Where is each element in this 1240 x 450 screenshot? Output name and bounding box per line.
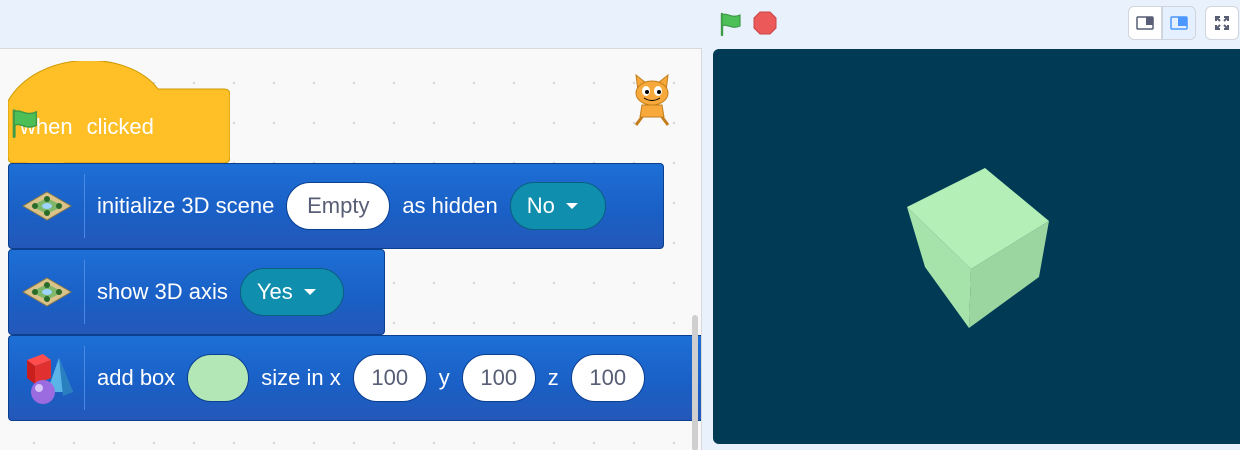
green-flag-icon[interactable] [717, 11, 743, 37]
size-x-label: size in x [261, 365, 341, 390]
show-3d-axis-block[interactable]: show 3D axis Yes [8, 249, 385, 335]
box-color-picker[interactable] [187, 354, 250, 402]
fullscreen-icon [1215, 16, 1229, 30]
initialize-3d-scene-block[interactable]: initialize 3D scene Empty as hidden No [8, 163, 664, 249]
size-y-label: y [438, 365, 450, 390]
toolbar [0, 0, 1240, 48]
stage-canvas[interactable] [713, 49, 1240, 444]
3d-scene-extension-icon [9, 174, 85, 238]
hidden-dropdown[interactable]: No [509, 182, 606, 230]
when-flag-clicked-block[interactable]: when clicked [8, 61, 230, 165]
size-y-input[interactable]: 100 [461, 354, 536, 402]
hidden-dropdown-value: No [526, 193, 555, 218]
large-stage-button[interactable] [1162, 6, 1196, 40]
clicked-label: clicked [86, 114, 154, 139]
small-stage-icon [1136, 16, 1154, 30]
code-workspace[interactable]: when clicked initialize 3D scene Empty a… [0, 48, 702, 450]
workspace-scrollbar[interactable] [692, 315, 698, 450]
init-scene-label: initialize 3D scene [97, 193, 275, 218]
green-flag-icon [12, 109, 38, 139]
caret-down-icon [303, 289, 316, 295]
3d-cube [907, 168, 1049, 328]
show-axis-label: show 3D axis [97, 279, 228, 304]
axis-dropdown-value: Yes [256, 279, 293, 304]
axis-dropdown[interactable]: Yes [239, 268, 344, 316]
add-box-block[interactable]: add box size in x 100 y 100 z 100 [8, 335, 701, 421]
small-stage-button[interactable] [1128, 6, 1162, 40]
size-z-label: z [547, 365, 559, 390]
sprite-cat-icon [634, 73, 670, 126]
size-x-input[interactable]: 100 [352, 354, 427, 402]
caret-down-icon [565, 203, 578, 209]
add-box-label: add box [97, 365, 176, 390]
scene-name-input[interactable]: Empty [286, 182, 391, 230]
fullscreen-button[interactable] [1205, 6, 1239, 40]
3d-scene-extension-icon [9, 260, 85, 324]
stop-sign-icon[interactable] [753, 11, 777, 35]
as-hidden-label: as hidden [402, 193, 498, 218]
size-z-input[interactable]: 100 [570, 354, 645, 402]
large-stage-icon [1170, 16, 1188, 30]
3d-shapes-extension-icon [9, 346, 85, 410]
